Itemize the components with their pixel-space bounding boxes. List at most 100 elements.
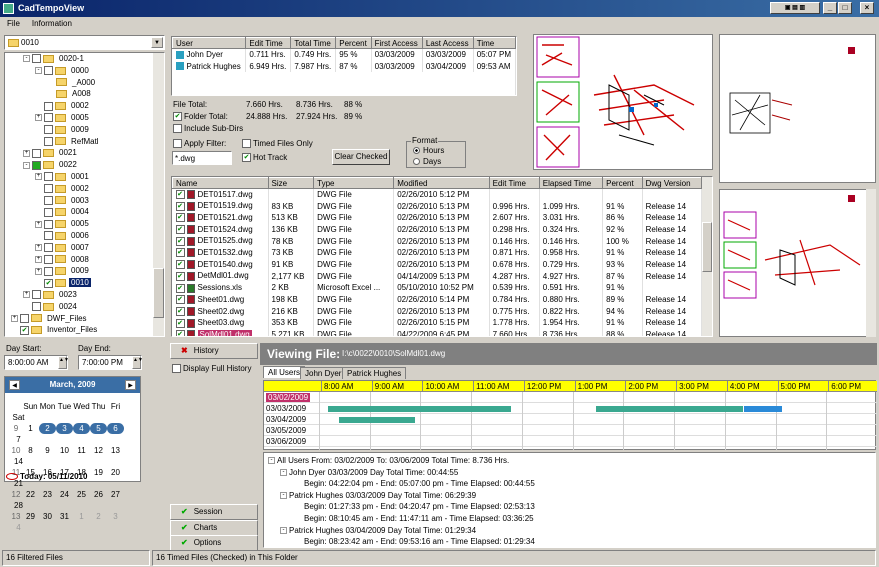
tree-node[interactable]: +0009 — [35, 265, 91, 277]
menu-information[interactable]: Information — [32, 19, 72, 28]
files-col-header[interactable]: Percent — [602, 177, 643, 189]
calendar-day[interactable]: 1 — [22, 423, 39, 434]
users-col-header[interactable]: Edit Time — [245, 37, 292, 49]
users-col-header[interactable]: Percent — [335, 37, 372, 49]
files-scroll-thumb[interactable] — [702, 222, 712, 272]
file-row[interactable]: ✔ DET01521.dwg 513 KB DWG File 02/26/2010 5:… — [172, 211, 703, 224]
history-session-entry[interactable]: Begin: 08:23:42 am - End: 09:53:16 am - … — [304, 537, 535, 546]
calendar-day[interactable]: 11 — [73, 445, 90, 456]
tree-checkbox[interactable]: ✔ — [44, 278, 53, 288]
tree-node[interactable]: +0005 — [35, 112, 91, 124]
collapse-icon[interactable]: - — [23, 55, 30, 63]
history-session-entry[interactable]: Begin: 08:10:45 am - End: 11:47:11 am - … — [304, 514, 534, 523]
tree-checkbox[interactable] — [32, 160, 41, 170]
tree-checkbox[interactable] — [44, 266, 53, 276]
session-bar[interactable] — [338, 417, 415, 423]
history-day-node[interactable]: - All Users From: 03/02/2009 To: 03/06/20… — [268, 456, 509, 465]
calendar-day[interactable]: 22 — [22, 489, 39, 500]
calendar-day[interactable]: 29 — [22, 511, 39, 522]
display-full-history-checkbox[interactable] — [172, 364, 181, 374]
calendar-day[interactable]: 4 — [10, 522, 27, 533]
tree-node[interactable]: 0024 — [23, 301, 79, 313]
file-row[interactable]: ✔ Sheet02.dwg 216 KB DWG File 02/26/2010 5:1… — [172, 305, 703, 318]
file-row[interactable]: ✔ DET01524.dwg 136 KB DWG File 02/26/2010 5:… — [172, 223, 703, 236]
preview-scrollbar[interactable] — [866, 189, 876, 337]
collapse-icon[interactable]: - — [23, 161, 30, 169]
files-scrollbar[interactable] — [702, 177, 712, 336]
tree-node[interactable]: 0002 — [35, 183, 91, 195]
users-col-header[interactable]: Last Access — [421, 37, 474, 49]
file-checkbox[interactable]: ✔ — [175, 236, 185, 246]
charts-button[interactable]: ✔ Charts — [170, 520, 258, 536]
history-day-node[interactable]: - John Dyer 03/03/2009 Day Total Time: 00… — [280, 468, 458, 477]
timeline-date-row[interactable]: 03/02/2009 — [264, 393, 877, 403]
clear-checked-button[interactable]: Clear Checked — [332, 149, 390, 165]
history-session-entry[interactable]: Begin: 04:22:04 pm - End: 05:07:00 pm - … — [304, 479, 535, 488]
hot-track-checkbox[interactable]: ✔ — [242, 153, 251, 163]
tree-node[interactable]: + DWF_Files — [11, 313, 89, 325]
tree-node[interactable]: 0002 — [35, 100, 91, 112]
calendar-day[interactable]: 7 — [10, 434, 27, 445]
filter-input[interactable]: *.dwg — [172, 151, 232, 165]
users-col-header[interactable]: Total Time — [290, 37, 337, 49]
file-row[interactable]: ✔ DET01532.dwg 73 KB DWG File 02/26/2010 5:1… — [172, 246, 703, 259]
session-bar[interactable] — [328, 406, 512, 412]
session-button[interactable]: ✔ Session — [170, 504, 258, 520]
menu-file[interactable]: File — [7, 19, 20, 28]
tree-node[interactable]: +0001 — [35, 171, 91, 183]
file-checkbox[interactable]: ✔ — [175, 318, 185, 328]
tree-checkbox[interactable] — [44, 231, 53, 241]
tree-node[interactable]: 0006 — [35, 230, 91, 242]
session-bar[interactable] — [595, 406, 743, 412]
calendar-day[interactable]: 20 — [107, 467, 124, 478]
file-checkbox[interactable]: ✔ — [175, 260, 185, 270]
collapse-icon[interactable]: - — [280, 526, 287, 534]
folder-combo[interactable]: 0010 ▼ — [4, 35, 165, 50]
tree-checkbox[interactable] — [44, 243, 53, 253]
calendar-day[interactable]: 10 — [56, 445, 73, 456]
expand-icon[interactable]: + — [35, 255, 42, 263]
file-row[interactable]: ✔ Sheet03.dwg 353 KB DWG File 02/26/2010 5:1… — [172, 317, 703, 329]
calendar-today[interactable]: Today: 05/11/2010 — [6, 472, 87, 481]
expand-icon[interactable]: + — [23, 149, 30, 157]
collapse-icon[interactable]: - — [280, 492, 287, 500]
file-row[interactable]: ✔ DET01540.dwg 91 KB DWG File 02/26/2010 5:1… — [172, 258, 703, 271]
history-day-node[interactable]: - Patrick Hughes 03/04/2009 Day Total Tim… — [280, 526, 476, 535]
collapse-icon[interactable]: - — [268, 457, 275, 465]
tree-node[interactable]: 0009 — [35, 124, 91, 136]
tree-checkbox[interactable] — [44, 219, 53, 229]
calendar-day[interactable]: 8 — [22, 445, 39, 456]
file-row[interactable]: ✔ DetMdl01.dwg 2,177 KB DWG File 04/14/2009 … — [172, 270, 703, 282]
file-row[interactable]: ✔ DET01519.dwg 83 KB DWG File 02/26/2010 5:1… — [172, 200, 703, 212]
tree-node[interactable]: A008 — [47, 88, 93, 100]
calendar-day[interactable]: 14 — [10, 456, 27, 467]
tree-node[interactable]: +0005 — [35, 218, 91, 230]
tree-node[interactable]: 0004 — [35, 206, 91, 218]
tree-checkbox[interactable] — [44, 136, 53, 146]
file-checkbox[interactable]: ✔ — [175, 295, 185, 305]
file-checkbox[interactable]: ✔ — [175, 248, 185, 258]
maximize-button[interactable]: □ — [838, 2, 852, 14]
user-row[interactable]: Patrick Hughes 6.949 Hrs. 7.987 Hrs. 87 % 03… — [172, 60, 517, 72]
file-checkbox[interactable]: ✔ — [175, 330, 185, 336]
tree-checkbox[interactable] — [44, 101, 53, 111]
apply-filter-checkbox[interactable] — [173, 139, 182, 149]
users-col-header[interactable]: First Access — [370, 37, 423, 49]
tree-node[interactable]: RefMatl — [35, 136, 101, 148]
tree-checkbox[interactable] — [44, 207, 53, 217]
files-col-header[interactable]: Dwg Version — [641, 177, 703, 189]
tree-scroll-thumb[interactable] — [153, 268, 164, 318]
expand-icon[interactable]: + — [35, 244, 42, 252]
calendar-day[interactable]: 1 — [73, 511, 90, 522]
expand-icon[interactable]: + — [35, 114, 42, 122]
file-checkbox[interactable]: ✔ — [175, 271, 185, 281]
tree-checkbox[interactable] — [32, 290, 41, 300]
calendar-day[interactable]: 3 — [56, 423, 73, 434]
tree-scrollbar[interactable] — [153, 53, 164, 336]
tree-node[interactable]: - 0000 — [35, 65, 91, 77]
tree-node[interactable]: +0007 — [35, 242, 91, 254]
calendar-day[interactable]: 25 — [73, 489, 90, 500]
hours-radio[interactable] — [413, 147, 420, 155]
timeline-date-row[interactable]: 03/06/2009 — [264, 437, 877, 447]
files-col-header[interactable]: Size — [267, 177, 315, 189]
